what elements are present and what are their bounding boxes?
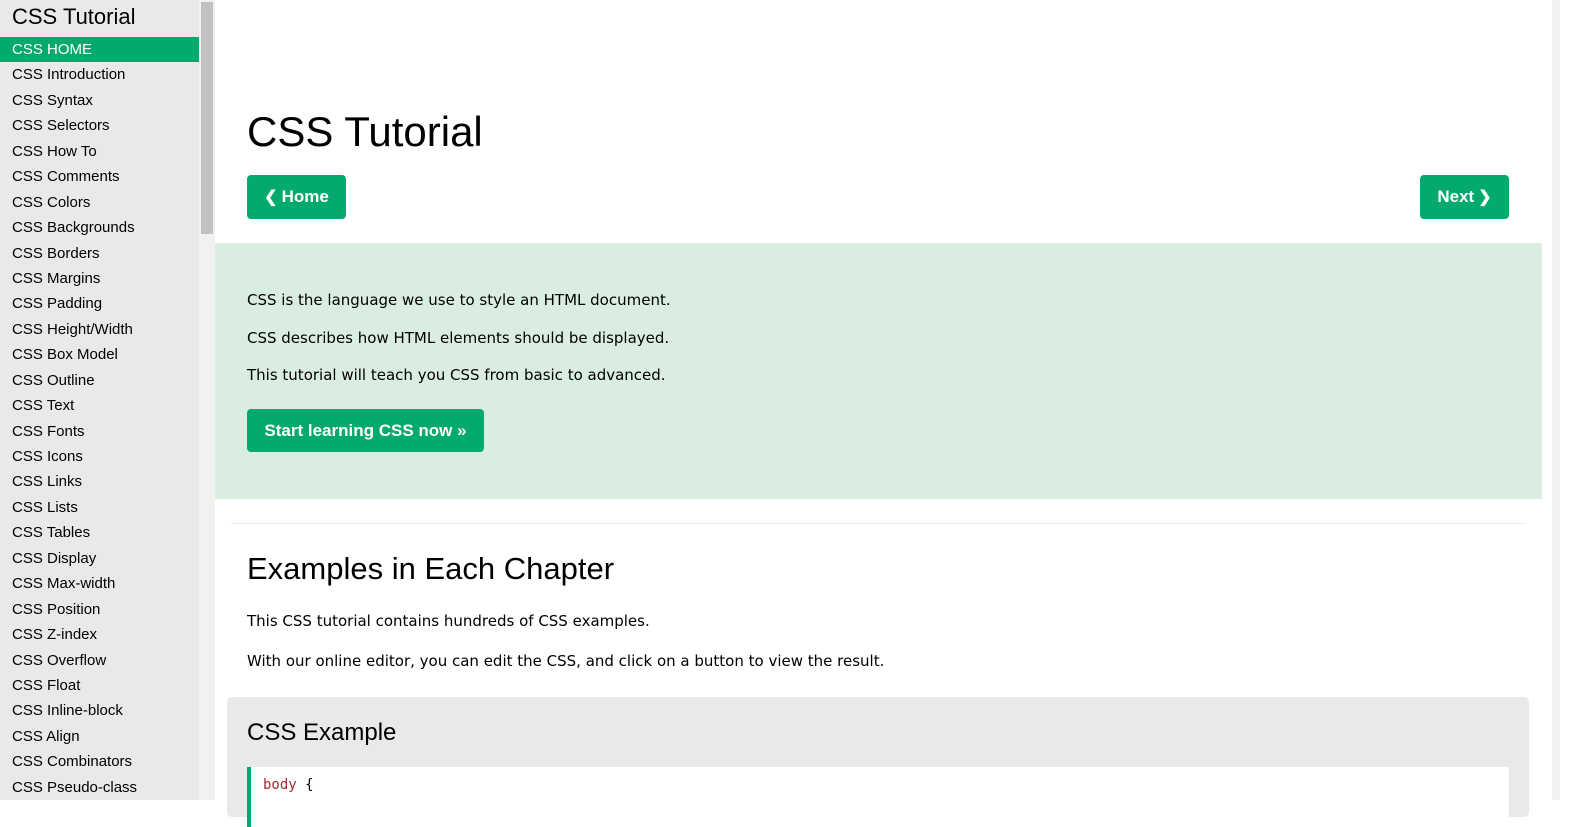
sidebar-item-css-z-index[interactable]: CSS Z-index	[0, 622, 199, 647]
main-content: CSS Tutorial ❮ Home Next ❯ CSS is the la…	[215, 0, 1542, 827]
start-learning-button[interactable]: Start learning CSS now »	[247, 409, 484, 452]
sidebar-item-css-comments[interactable]: CSS Comments	[0, 164, 199, 189]
sidebar-nav-list: CSS HOME CSS Introduction CSS Syntax CSS Se…	[0, 37, 199, 800]
chevron-left-icon: ❮	[264, 189, 278, 206]
sidebar-item-css-text[interactable]: CSS Text	[0, 393, 199, 418]
examples-section-title: Examples in Each Chapter	[247, 551, 615, 586]
sidebar-item-css-colors[interactable]: CSS Colors	[0, 190, 199, 215]
sidebar-item-css-align[interactable]: CSS Align	[0, 724, 199, 749]
section-divider	[231, 523, 1525, 524]
sidebar: CSS Tutorial CSS HOME CSS Introduction CSS…	[0, 0, 215, 800]
sidebar-item-css-home[interactable]: CSS HOME	[0, 37, 199, 63]
page-scrollbar-thumb[interactable]	[1552, 0, 1560, 800]
code-selector: body	[263, 777, 297, 793]
sidebar-item-css-lists[interactable]: CSS Lists	[0, 495, 199, 520]
examples-paragraph: This CSS tutorial contains hundreds of C…	[247, 612, 650, 630]
sidebar-item-css-position[interactable]: CSS Position	[0, 597, 199, 622]
sidebar-item-css-backgrounds[interactable]: CSS Backgrounds	[0, 215, 199, 240]
sidebar-item-css-display[interactable]: CSS Display	[0, 546, 199, 571]
code-brace: {	[305, 777, 314, 793]
sidebar-item-css-overflow[interactable]: CSS Overflow	[0, 648, 199, 673]
sidebar-item-css-borders[interactable]: CSS Borders	[0, 241, 199, 266]
intro-line: This tutorial will teach you CSS from ba…	[247, 366, 666, 384]
sidebar-item-css-icons[interactable]: CSS Icons	[0, 444, 199, 469]
sidebar-item-css-float[interactable]: CSS Float	[0, 673, 199, 698]
sidebar-item-css-outline[interactable]: CSS Outline	[0, 368, 199, 393]
sidebar-title: CSS Tutorial	[12, 4, 136, 29]
home-button-label: Home	[281, 187, 329, 206]
examples-paragraph: With our online editor, you can edit the…	[247, 652, 885, 670]
sidebar-item-css-combinators[interactable]: CSS Combinators	[0, 749, 199, 774]
intro-panel: CSS is the language we use to style an H…	[215, 243, 1542, 499]
page-title: CSS Tutorial	[247, 108, 483, 155]
sidebar-item-css-selectors[interactable]: CSS Selectors	[0, 113, 199, 138]
sidebar-item-css-margins[interactable]: CSS Margins	[0, 266, 199, 291]
sidebar-scrollbar-thumb[interactable]	[201, 2, 213, 234]
sidebar-item-css-padding[interactable]: CSS Padding	[0, 291, 199, 316]
sidebar-item-css-links[interactable]: CSS Links	[0, 469, 199, 494]
sidebar-item-css-tables[interactable]: CSS Tables	[0, 520, 199, 545]
sidebar-item-css-box-model[interactable]: CSS Box Model	[0, 342, 199, 367]
next-button[interactable]: Next ❯	[1420, 175, 1509, 219]
sidebar-item-css-height-width[interactable]: CSS Height/Width	[0, 317, 199, 342]
css-example-box: CSS Example body {	[227, 697, 1529, 827]
sidebar-item-css-how-to[interactable]: CSS How To	[0, 139, 199, 164]
example-title: CSS Example	[247, 719, 397, 746]
sidebar-item-css-max-width[interactable]: CSS Max-width	[0, 571, 199, 596]
intro-line: CSS describes how HTML elements should b…	[247, 329, 670, 347]
sidebar-item-css-inline-block[interactable]: CSS Inline-block	[0, 698, 199, 723]
home-button[interactable]: ❮ Home	[247, 175, 346, 219]
intro-line: CSS is the language we use to style an H…	[247, 291, 671, 309]
sidebar-item-css-introduction[interactable]: CSS Introduction	[0, 62, 199, 87]
code-block: body {	[247, 767, 1509, 827]
next-button-label: Next	[1437, 187, 1475, 206]
sidebar-item-css-pseudo-class[interactable]: CSS Pseudo-class	[0, 775, 199, 800]
sidebar-item-css-syntax[interactable]: CSS Syntax	[0, 88, 199, 113]
chevron-right-icon: ❯	[1478, 189, 1492, 206]
code-line: body {	[263, 777, 314, 793]
sidebar-item-css-fonts[interactable]: CSS Fonts	[0, 419, 199, 444]
